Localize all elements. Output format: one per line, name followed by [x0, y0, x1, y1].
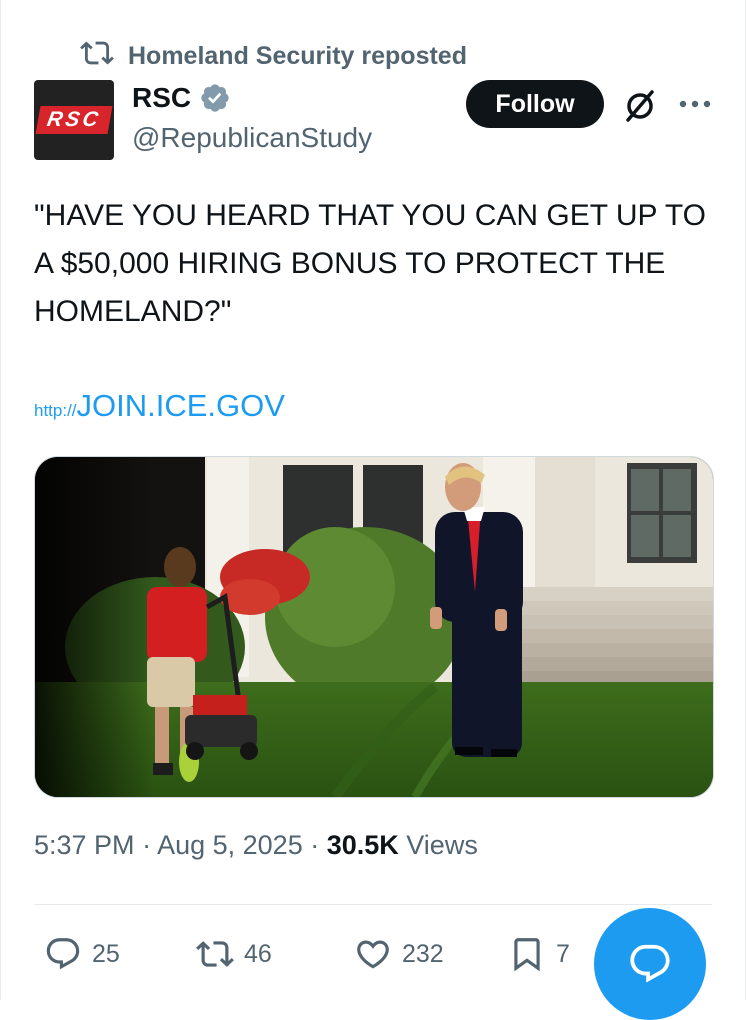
- repost-count: 46: [244, 939, 272, 968]
- repost-button[interactable]: 46: [196, 932, 272, 976]
- meta-separator: ·: [302, 830, 327, 860]
- follow-button[interactable]: Follow: [466, 80, 604, 128]
- bookmark-icon: [514, 938, 540, 972]
- bookmark-count: 7: [556, 939, 570, 968]
- grok-icon[interactable]: [620, 86, 660, 126]
- compose-reply-icon: [630, 944, 670, 983]
- meta-separator: ·: [134, 830, 158, 860]
- repost-icon: [196, 941, 234, 967]
- verified-badge-icon: [199, 82, 231, 114]
- views-label: Views: [398, 830, 478, 860]
- repost-text: Homeland Security reposted: [128, 41, 467, 70]
- reply-icon: [46, 938, 80, 970]
- heart-icon: [357, 940, 389, 969]
- reply-button[interactable]: 25: [44, 932, 120, 976]
- bookmark-button[interactable]: 7: [508, 932, 570, 976]
- link-prefix: http://: [34, 401, 77, 420]
- avatar[interactable]: RSC: [34, 80, 114, 160]
- rsc-logo: RSC: [35, 106, 113, 134]
- reply-fab-button[interactable]: [594, 908, 706, 1020]
- views-count: 30.5K: [326, 830, 399, 860]
- like-count: 232: [402, 939, 444, 968]
- divider: [34, 904, 712, 905]
- tweet-link[interactable]: http://JOIN.ICE.GOV: [34, 388, 285, 424]
- tweet-date[interactable]: Aug 5, 2025: [157, 830, 303, 860]
- like-button[interactable]: 232: [354, 932, 444, 976]
- repost-icon: [80, 36, 114, 77]
- link-domain: JOIN.ICE.GOV: [76, 388, 285, 423]
- repost-indicator[interactable]: Homeland Security reposted: [80, 38, 467, 74]
- author-name[interactable]: RSC: [132, 82, 191, 114]
- tweet-time[interactable]: 5:37 PM: [34, 830, 135, 860]
- more-icon[interactable]: [675, 92, 715, 116]
- tweet-text: "HAVE YOU HEARD THAT YOU CAN GET UP TO A…: [34, 199, 706, 328]
- reply-count: 25: [92, 939, 120, 968]
- tweet-meta: 5:37 PM · Aug 5, 2025 · 30.5K Views: [34, 830, 478, 861]
- tweet-media-image[interactable]: [34, 456, 714, 798]
- author-handle[interactable]: @RepublicanStudy: [132, 122, 372, 154]
